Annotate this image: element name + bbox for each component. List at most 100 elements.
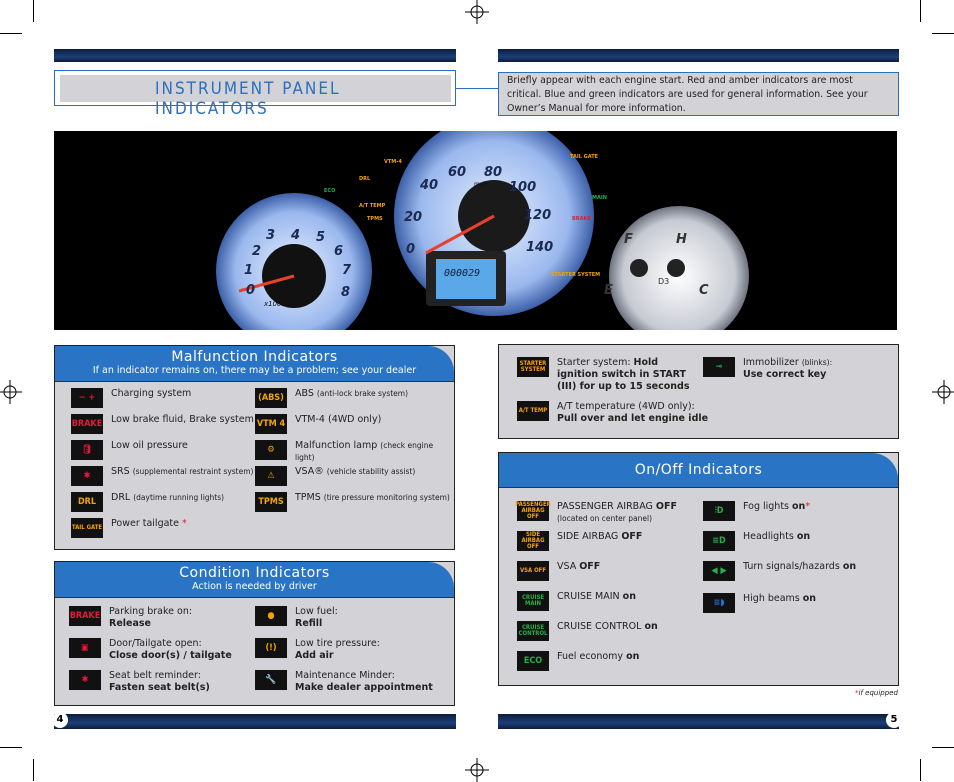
indicator-item: ● Low fuel: Refill xyxy=(255,606,338,630)
fuel-empty-label: E xyxy=(604,283,613,298)
crop-mark xyxy=(932,747,954,748)
registration-mark-icon xyxy=(465,758,489,782)
tach-number: 1 xyxy=(244,263,253,278)
fog-light-icon: ⫶D xyxy=(703,501,735,521)
indicator-note: (located on center panel) xyxy=(557,514,652,523)
indicator-label: SRS xyxy=(111,466,130,477)
description-text: Briefly appear with each engine start. R… xyxy=(498,72,899,116)
indicator-item: − + Charging system xyxy=(71,388,191,408)
tach-number: 7 xyxy=(342,263,352,278)
tpms-light: TPMS xyxy=(367,216,383,222)
footnote: *if equipped xyxy=(855,689,898,697)
indicator-label: VTM-4 (4WD only) xyxy=(295,414,382,425)
speed-number: 140 xyxy=(526,240,553,255)
footer-bar-left xyxy=(54,714,456,729)
indicator-state: on xyxy=(644,621,658,632)
indicator-label: CRUISE MAIN xyxy=(557,591,623,602)
footnote-text: if equipped xyxy=(858,689,898,697)
header-bar-left xyxy=(54,49,456,62)
at-temp-light: A/T TEMP xyxy=(359,203,386,209)
indicator-item: ⚙ Malfunction lamp (check engine light) xyxy=(255,440,454,464)
indicator-label: VSA xyxy=(557,561,580,572)
indicator-action: Pull over and let engine idle xyxy=(557,413,709,424)
tach-number: 6 xyxy=(334,244,343,259)
onoff-panel: On/Off Indicators PASSENGER AIRBAG OFF PA… xyxy=(498,452,899,686)
indicator-state: OFF xyxy=(621,531,643,542)
registration-mark-icon xyxy=(0,380,22,404)
indicator-action: Close door(s) / tailgate xyxy=(109,650,232,661)
skid-car-icon: ⚠ xyxy=(255,466,287,486)
indicator-item: BRAKE Low brake fluid, Brake system xyxy=(71,414,254,434)
indicator-item: ≡D Headlights on xyxy=(703,531,810,551)
vsa-off-icon: VSA OFF xyxy=(517,561,549,581)
condition-header: Condition Indicators Action is needed by… xyxy=(55,562,454,598)
temp-hot-label: H xyxy=(676,232,687,247)
indicator-item: TAIL GATE Power tailgate * xyxy=(71,518,187,538)
cruise-control-icon: CRUISE CONTROL xyxy=(517,621,549,641)
tpms-icon: TPMS xyxy=(255,492,287,512)
condition-panel: Condition Indicators Action is needed by… xyxy=(54,561,455,706)
indicator-action: Add air xyxy=(295,650,334,661)
speed-unit: mph xyxy=(474,181,488,188)
indicator-label: Low brake fluid, Brake system xyxy=(111,414,254,425)
registration-mark-icon xyxy=(932,380,954,404)
gear-indicator: D3 xyxy=(658,277,669,286)
key-icon: ⊸ xyxy=(703,357,735,377)
indicator-item: ✱ Seat belt reminder: Fasten seat belt(s) xyxy=(69,670,210,694)
section-subtitle: If an indicator remains on, there may be… xyxy=(92,365,417,376)
indicator-item: A/T TEMP A/T temperature (4WD only): Pull … xyxy=(517,401,717,425)
indicator-item: VTM 4 VTM-4 (4WD only) xyxy=(255,414,381,434)
speed-number: 40 xyxy=(419,178,438,193)
section-title: On/Off Indicators xyxy=(634,462,763,478)
page-number-right: 5 xyxy=(886,712,902,728)
indicator-item: ⚠ VSA® (vehicle stability assist) xyxy=(255,466,415,486)
vtm4-light: VTM-4 xyxy=(384,159,402,165)
indicator-item: ◀ ▶ Turn signals/hazards on xyxy=(703,561,856,581)
indicator-note: (vehicle stability assist) xyxy=(326,467,416,476)
crop-mark xyxy=(920,0,921,22)
crop-mark xyxy=(33,0,34,22)
tach-unit: x1000r/min xyxy=(263,300,304,308)
indicator-label: Low fuel: xyxy=(295,606,338,617)
warning-panel: STARTER SYSTEM Starter system: Hold ignit… xyxy=(498,344,899,439)
indicator-state: on xyxy=(792,501,806,512)
indicator-item: SIDE AIRBAG OFF SIDE AIRBAG OFF xyxy=(517,531,642,551)
tach-number: 0 xyxy=(246,283,255,298)
tach-number: 2 xyxy=(252,244,261,259)
indicator-label: Charging system xyxy=(111,388,192,399)
fuel-dot-icon: ● xyxy=(255,606,287,626)
indicator-item: 🛢 Low oil pressure xyxy=(71,440,188,460)
passenger-airbag-off-icon: PASSENGER AIRBAG OFF xyxy=(515,501,551,521)
footnote-star: * xyxy=(805,501,811,512)
indicator-label: Low tire pressure: xyxy=(295,638,380,649)
indicator-item: ≡◗ High beams on xyxy=(703,593,816,613)
instrument-panel-photo: 000029 x1000r/min mph 0 1 2 3 4 5 6 7 8 … xyxy=(54,116,897,349)
tach-number: 8 xyxy=(341,285,350,300)
crop-mark xyxy=(932,33,954,34)
indicator-item: ✱ SRS (supplemental restraint system) xyxy=(71,466,253,486)
indicator-item: STARTER SYSTEM Starter system: Hold ignit… xyxy=(517,357,692,393)
indicator-label: Fog lights xyxy=(743,501,793,512)
indicator-label: A/T temperature (4WD only): xyxy=(557,401,695,412)
indicator-item: ⊸ Immobilizer (blinks): Use correct key xyxy=(703,357,903,381)
header-bar-right xyxy=(498,49,899,62)
indicator-action: Fasten seat belt(s) xyxy=(109,682,210,693)
vtm-4-icon: VTM 4 xyxy=(255,414,287,434)
indicator-item: CRUISE MAIN CRUISE MAIN on xyxy=(517,591,636,611)
eco-icon: ECO xyxy=(517,651,549,671)
indicator-note: (tire pressure monitoring system) xyxy=(323,493,450,502)
tire-pressure-icon: (!) xyxy=(255,638,287,658)
indicator-item: TPMS TPMS (tire pressure monitoring syste… xyxy=(255,492,450,512)
temp-cold-label: C xyxy=(699,283,709,298)
indicator-item: DRL DRL (daytime running lights) xyxy=(71,492,224,512)
fuel-full-label: F xyxy=(624,232,633,247)
instrument-cluster-illustration: 000029 x1000r/min mph 0 1 2 3 4 5 6 7 8 … xyxy=(216,116,749,349)
indicator-label: Parking brake on: xyxy=(109,606,193,617)
indicator-item: ECO Fuel economy on xyxy=(517,651,639,671)
indicator-item: ▣ Door/Tailgate open: Close door(s) / tail… xyxy=(69,638,232,662)
indicator-state: on xyxy=(842,561,857,572)
indicator-state: on xyxy=(802,593,817,604)
speed-number: 0 xyxy=(406,242,415,257)
speed-number: 20 xyxy=(404,210,422,225)
indicator-state: on xyxy=(622,591,636,602)
